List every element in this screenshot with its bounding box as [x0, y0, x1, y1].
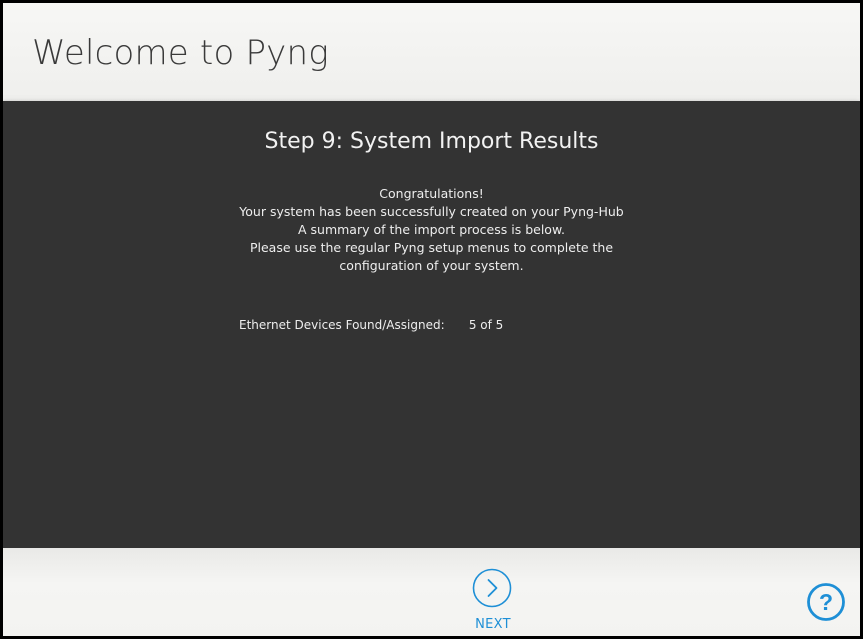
chevron-right-circle-icon — [472, 568, 512, 608]
app-window: Welcome to Pyng Step 9: System Import Re… — [0, 0, 863, 639]
next-button-label: NEXT — [475, 617, 511, 632]
page-title: Welcome to Pyng — [32, 33, 329, 73]
result-message: Congratulations! Your system has been su… — [3, 185, 860, 275]
step-title: Step 9: System Import Results — [264, 129, 599, 154]
stat-value: 5 of 5 — [468, 318, 504, 332]
question-circle-icon: ? — [807, 583, 845, 621]
ethernet-devices-stat: Ethernet Devices Found/Assigned: 5 of 5 — [239, 317, 503, 333]
message-line: Congratulations! — [379, 186, 484, 201]
message-line: A summary of the import process is below… — [298, 222, 565, 237]
help-glyph: ? — [819, 589, 833, 615]
help-button[interactable]: ? — [806, 582, 846, 622]
message-line: configuration of your system. — [339, 258, 524, 273]
header-bar: Welcome to Pyng — [3, 3, 860, 101]
message-line: Please use the regular Pyng setup menus … — [249, 240, 614, 255]
next-button[interactable]: NEXT — [469, 568, 519, 636]
wizard-panel: Step 9: System Import Results Congratula… — [3, 101, 860, 548]
message-line: Your system has been successfully create… — [239, 204, 624, 219]
footer-bar: NEXT ? — [3, 548, 860, 636]
stat-label: Ethernet Devices Found/Assigned: — [239, 318, 445, 332]
